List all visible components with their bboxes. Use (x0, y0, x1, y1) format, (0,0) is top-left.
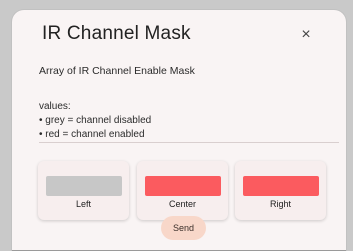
ir-channel-mask-dialog: IR Channel Mask × Array of IR Channel En… (12, 10, 346, 251)
channel-left-label: Left (75, 199, 91, 209)
close-icon[interactable]: × (297, 26, 315, 44)
channel-center-label: Center (168, 199, 196, 209)
channel-right-toggle[interactable]: Right (235, 161, 326, 220)
channel-center-swatch (145, 176, 221, 196)
send-button[interactable]: Send (161, 216, 206, 240)
dialog-subtitle: Array of IR Channel Enable Mask (39, 65, 195, 77)
dialog-title: IR Channel Mask (42, 23, 191, 44)
legend-red: • red = channel enabled (39, 129, 145, 140)
channel-left-toggle[interactable]: Left (38, 161, 129, 220)
divider (39, 142, 339, 143)
channel-right-swatch (243, 176, 319, 196)
legend-grey: • grey = channel disabled (39, 115, 152, 126)
channel-left-swatch (46, 176, 122, 196)
values-legend: values: • grey = channel disabled • red … (39, 100, 151, 142)
channel-right-label: Right (269, 199, 291, 209)
channel-center-toggle[interactable]: Center (137, 161, 228, 220)
values-heading: values: (39, 101, 71, 112)
